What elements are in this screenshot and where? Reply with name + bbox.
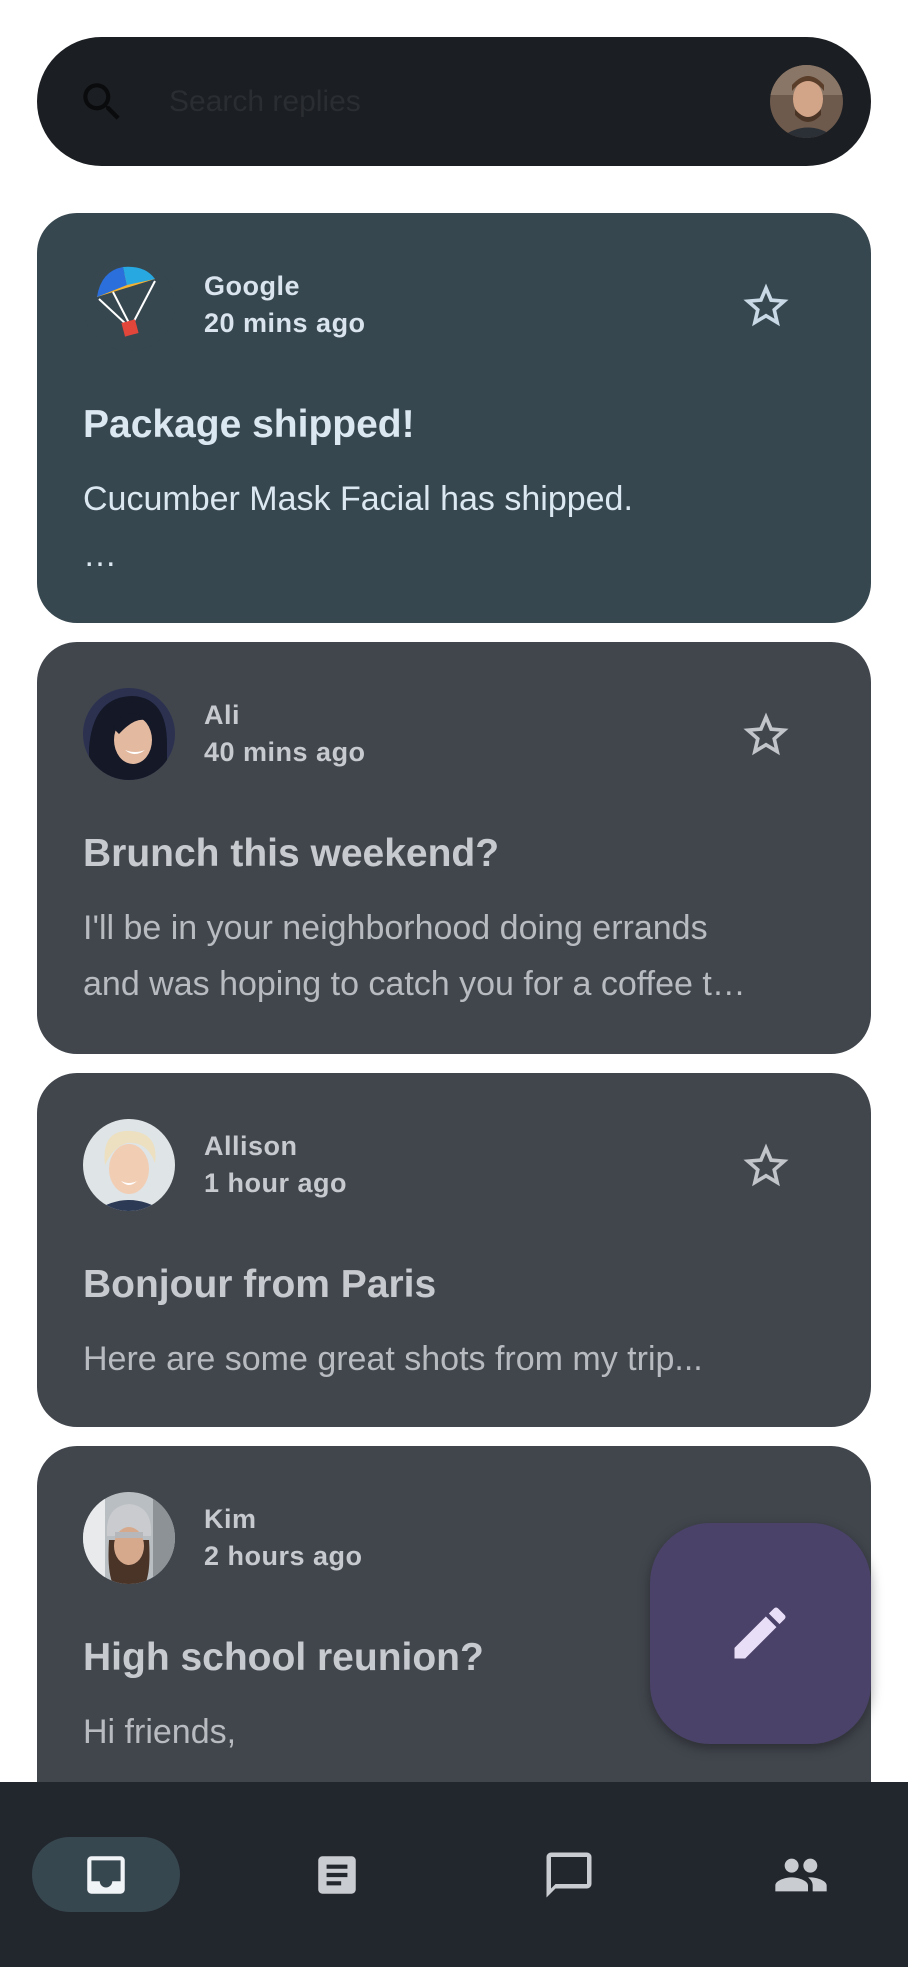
- email-subject: Brunch this weekend?: [83, 832, 500, 875]
- preview-line: Cucumber Mask Facial has shipped.: [83, 480, 633, 518]
- sender-avatar: [83, 1492, 175, 1584]
- email-preview: Here are some great shots from my trip..…: [83, 1331, 833, 1387]
- email-preview: I'll be in your neighborhood doing erran…: [83, 900, 833, 1012]
- email-preview: Cucumber Mask Facial has shipped. …: [83, 471, 833, 583]
- sender-avatar: [83, 1119, 175, 1211]
- people-icon: [775, 1858, 827, 1892]
- nav-item-chat[interactable]: [495, 1837, 643, 1912]
- email-time: 2 hours ago: [204, 1541, 363, 1571]
- inbox-icon: [87, 1856, 125, 1894]
- sender-avatar: [83, 688, 175, 780]
- sender-avatar: [83, 259, 175, 351]
- email-card[interactable]: Allison 1 hour ago Bonjour from Paris He…: [37, 1073, 871, 1427]
- nav-item-articles[interactable]: [263, 1837, 411, 1912]
- article-icon: [318, 1856, 356, 1894]
- nav-item-inbox[interactable]: [32, 1837, 180, 1912]
- sender-name: Allison: [204, 1131, 298, 1161]
- email-subject: High school reunion?: [83, 1636, 484, 1679]
- chat-icon: [546, 1852, 592, 1898]
- sender-name: Kim: [204, 1504, 257, 1534]
- nav-item-contacts[interactable]: [727, 1837, 875, 1912]
- pencil-icon: [734, 1607, 786, 1659]
- email-card[interactable]: Ali 40 mins ago Brunch this weekend? I'l…: [37, 642, 871, 1054]
- bottom-navigation: [0, 1782, 908, 1967]
- sender-name: Ali: [204, 700, 241, 730]
- search-icon[interactable]: [77, 77, 127, 127]
- preview-line: …: [83, 536, 117, 574]
- email-time: 1 hour ago: [204, 1168, 348, 1198]
- email-time: 20 mins ago: [204, 308, 366, 338]
- preview-line: I'll be in your neighborhood doing erran…: [83, 909, 708, 947]
- compose-button[interactable]: [650, 1523, 871, 1744]
- preview-line: and was hoping to catch you for a coffee…: [83, 965, 746, 1003]
- search-input[interactable]: [167, 71, 761, 133]
- sender-name: Google: [204, 271, 300, 301]
- preview-line: Here are some great shots from my trip..…: [83, 1340, 703, 1378]
- profile-avatar[interactable]: [770, 65, 843, 138]
- search-bar[interactable]: [37, 37, 871, 166]
- email-time: 40 mins ago: [204, 737, 366, 767]
- email-card[interactable]: Google 20 mins ago Package shipped! Cucu…: [37, 213, 871, 623]
- email-subject: Bonjour from Paris: [83, 1263, 437, 1306]
- star-icon[interactable]: [739, 279, 793, 333]
- email-subject: Package shipped!: [83, 403, 415, 446]
- star-icon[interactable]: [739, 708, 793, 762]
- star-icon[interactable]: [739, 1139, 793, 1193]
